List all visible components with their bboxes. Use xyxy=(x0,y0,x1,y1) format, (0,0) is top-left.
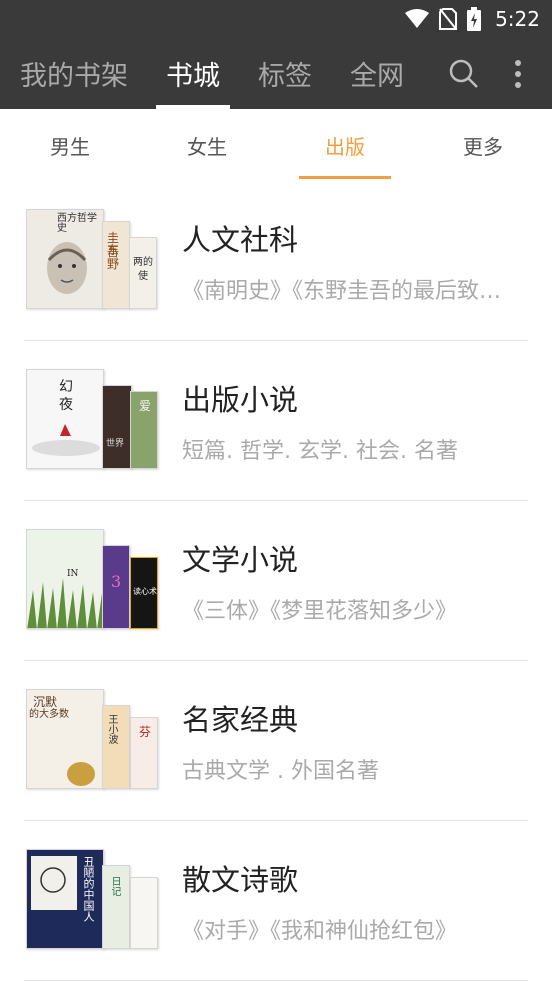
category-title: 出版小说 xyxy=(182,383,299,417)
subtab-more[interactable]: 更多 xyxy=(437,109,529,181)
cover-stack: 幻 夜 世界 爱 xyxy=(26,369,158,469)
sub-tabs: 男生 女生 出版 更多 xyxy=(0,109,552,181)
status-icons: 5:22 xyxy=(405,0,540,38)
list-item[interactable]: 西方哲学史 圭东 吾野 两的 使 人文社科 《南明史》《东野圭吾的最后致… xyxy=(0,181,552,341)
cover-stack: 沉默 的大多数 王小波 芬 xyxy=(26,689,158,789)
wifi-icon xyxy=(405,9,430,29)
subtab-male[interactable]: 男生 xyxy=(24,109,116,181)
tab-bookstore[interactable]: 书城 xyxy=(156,38,230,109)
cover-stack: 丑陋的中国人 日记 xyxy=(26,849,158,949)
category-subtitle: 《对手》《我和神仙抢红包》 xyxy=(182,919,458,944)
category-subtitle: 古典文学 . 外国名著 xyxy=(182,759,379,784)
book-cover: 两的 使 xyxy=(129,237,157,309)
book-cover: 日记 xyxy=(102,865,130,949)
search-icon[interactable] xyxy=(446,56,482,92)
subtab-published[interactable]: 出版 xyxy=(299,109,391,181)
tab-whole-web[interactable]: 全网 xyxy=(342,38,412,109)
category-subtitle: 《南明史》《东野圭吾的最后致… xyxy=(182,279,502,304)
cover-stack: 西方哲学史 圭东 吾野 两的 使 xyxy=(26,209,158,309)
tab-tags[interactable]: 标签 xyxy=(250,38,320,109)
app-bar: 我的书架 书城 标签 全网 xyxy=(0,38,552,109)
category-title: 名家经典 xyxy=(182,703,299,737)
more-vert-icon[interactable] xyxy=(500,56,536,92)
book-cover: 3 xyxy=(102,545,130,629)
book-cover: 世界 xyxy=(102,385,132,469)
category-title: 散文诗歌 xyxy=(182,863,299,897)
list-item[interactable]: 幻 夜 世界 爱 出版小说 短篇. 哲学. 玄学. 社会. 名著 xyxy=(0,341,552,501)
subtab-indicator xyxy=(299,176,391,179)
no-sim-icon xyxy=(439,8,458,30)
battery-charging-icon xyxy=(467,7,482,31)
status-bar: 5:22 xyxy=(0,0,552,38)
category-subtitle: 《三体》《梦里花落知多少》 xyxy=(182,599,458,624)
status-time: 5:22 xyxy=(495,7,540,31)
category-title: 人文社科 xyxy=(182,223,299,257)
book-cover: 沉默 的大多数 xyxy=(26,689,104,789)
tab-my-bookshelf[interactable]: 我的书架 xyxy=(14,38,134,109)
book-cover: 幻 夜 xyxy=(26,369,104,469)
subtab-female[interactable]: 女生 xyxy=(161,109,253,181)
book-cover: 爱 xyxy=(130,391,158,469)
category-title: 文学小说 xyxy=(182,543,299,577)
book-cover: 圭东 吾野 xyxy=(102,221,130,309)
book-cover: IN xyxy=(26,529,104,629)
book-cover: 读心术 xyxy=(130,557,158,629)
list-item[interactable]: 丑陋的中国人 日记 散文诗歌 《对手》《我和神仙抢红包》 xyxy=(0,821,552,981)
book-cover: 王小波 xyxy=(102,705,130,789)
list-item[interactable]: 沉默 的大多数 王小波 芬 名家经典 古典文学 . 外国名著 xyxy=(0,661,552,821)
book-cover: 丑陋的中国人 xyxy=(26,849,104,949)
cover-stack: IN 3 读心术 xyxy=(26,529,158,629)
list-item[interactable]: IN 3 读心术 文学小说 《三体》《梦里花落知多少》 xyxy=(0,501,552,661)
book-cover xyxy=(130,877,158,949)
category-subtitle: 短篇. 哲学. 玄学. 社会. 名著 xyxy=(182,439,458,464)
book-cover: 西方哲学史 xyxy=(26,209,104,309)
book-cover: 芬 xyxy=(130,717,158,789)
